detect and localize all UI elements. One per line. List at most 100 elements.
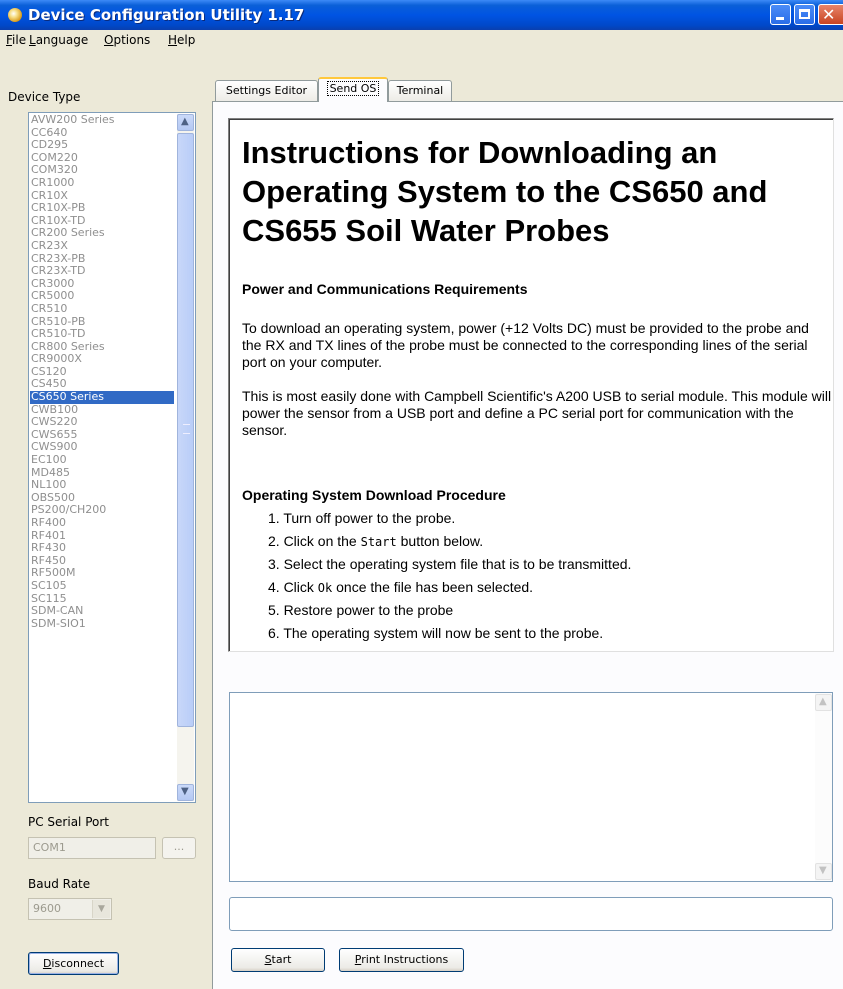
device-list-item[interactable]: RF430: [30, 542, 174, 555]
pc-serial-port-label: PC Serial Port: [28, 815, 109, 829]
device-list-item[interactable]: RF401: [30, 530, 174, 543]
device-list-item[interactable]: CR9000X: [30, 353, 174, 366]
tab-terminal-label: Terminal: [396, 84, 444, 97]
menu-file-label: ile: [12, 33, 27, 47]
print-instructions-button[interactable]: Print Instructions: [339, 948, 464, 972]
device-list-scrollbar[interactable]: ▲ ▼: [177, 114, 194, 801]
device-list-item[interactable]: CR10X-TD: [30, 215, 174, 228]
device-list-item[interactable]: SC115: [30, 593, 174, 606]
title-bar[interactable]: Device Configuration Utility 1.17 ✕: [0, 0, 843, 30]
step-4: 4. Click Ok once the file has been selec…: [268, 579, 533, 597]
device-list-item[interactable]: CR23X-PB: [30, 253, 174, 266]
output-log-scrollbar[interactable]: ▲ ▼: [815, 693, 832, 881]
device-list-item[interactable]: CR5000: [30, 290, 174, 303]
device-list-item[interactable]: PS200/CH200: [30, 504, 174, 517]
maximize-button[interactable]: [794, 4, 815, 25]
instructions-view[interactable]: Instructions for Downloading an Operatin…: [228, 118, 834, 652]
minimize-button[interactable]: [770, 4, 791, 25]
step-5: 5. Restore power to the probe: [268, 602, 454, 618]
device-list-item[interactable]: CR1000: [30, 177, 174, 190]
device-type-list[interactable]: AVW200 Series CC640 CD295 COM220 COM320 CR100…: [28, 112, 196, 803]
close-icon: ✕: [822, 5, 836, 24]
device-list-item[interactable]: SDM-SIO1: [30, 618, 174, 631]
device-list-item[interactable]: CR10X-PB: [30, 202, 174, 215]
device-list-item[interactable]: EC100: [30, 454, 174, 467]
device-list-item[interactable]: CR23X: [30, 240, 174, 253]
device-list-item[interactable]: NL100: [30, 479, 174, 492]
device-list-item[interactable]: AVW200 Series: [30, 114, 174, 127]
device-list-item[interactable]: CWS900: [30, 441, 174, 454]
maximize-icon: [799, 9, 810, 19]
log-scroll-down-button[interactable]: ▼: [815, 863, 832, 880]
step-2: 2. Click on the Start button below.: [268, 533, 483, 551]
device-list-item[interactable]: CWB100: [30, 404, 174, 417]
menu-options[interactable]: Options: [104, 33, 150, 47]
device-list-item[interactable]: CR800 Series: [30, 341, 174, 354]
menu-language[interactable]: Language: [29, 33, 88, 47]
device-list-item[interactable]: CS120: [30, 366, 174, 379]
device-list-item[interactable]: CWS220: [30, 416, 174, 429]
step-2-code: Start: [360, 535, 397, 549]
serial-port-input[interactable]: COM1: [28, 837, 156, 859]
menu-file[interactable]: File: [6, 33, 26, 47]
scroll-down-button[interactable]: ▼: [177, 784, 194, 801]
device-list-item[interactable]: RF400: [30, 517, 174, 530]
device-list-item[interactable]: CS450: [30, 378, 174, 391]
scroll-up-button[interactable]: ▲: [177, 114, 194, 131]
device-list-item[interactable]: CR510-PB: [30, 316, 174, 329]
menu-help[interactable]: Help: [168, 33, 195, 47]
device-list-item[interactable]: CS650 Series: [30, 391, 174, 404]
print-label: rint Instructions: [361, 953, 449, 966]
device-list-item[interactable]: CR510-TD: [30, 328, 174, 341]
device-list-item[interactable]: RF500M: [30, 567, 174, 580]
menu-options-label: ptions: [113, 33, 151, 47]
device-list-item[interactable]: CWS655: [30, 429, 174, 442]
start-label: tart: [271, 953, 292, 966]
device-list-item[interactable]: CR10X: [30, 190, 174, 203]
menu-language-key: L: [29, 33, 36, 47]
tab-terminal[interactable]: Terminal: [388, 80, 452, 102]
status-input[interactable]: [229, 897, 833, 931]
power-requirements-text: To download an operating system, power (…: [242, 320, 809, 370]
device-list-item[interactable]: COM320: [30, 164, 174, 177]
close-button[interactable]: ✕: [818, 4, 843, 25]
chevron-down-icon[interactable]: ▼: [92, 900, 110, 918]
log-scroll-up-button[interactable]: ▲: [815, 694, 832, 711]
device-list-item[interactable]: OBS500: [30, 492, 174, 505]
device-list-item[interactable]: MD485: [30, 467, 174, 480]
disconnect-button[interactable]: Disconnect: [28, 952, 119, 975]
device-list-item[interactable]: SC105: [30, 580, 174, 593]
download-procedure-heading: Operating System Download Procedure: [242, 487, 506, 503]
device-list-item[interactable]: SDM-CAN: [30, 605, 174, 618]
scroll-down-icon: ▼: [819, 865, 827, 876]
browse-port-button[interactable]: ...: [162, 837, 196, 859]
baud-rate-label: Baud Rate: [28, 877, 91, 891]
device-list-item[interactable]: CR200 Series: [30, 227, 174, 240]
device-list-item[interactable]: CR3000: [30, 278, 174, 291]
device-list-item[interactable]: CD295: [30, 139, 174, 152]
instructions-title: Instructions for Downloading an Operatin…: [242, 135, 768, 248]
start-button[interactable]: Start: [231, 948, 325, 972]
tab-settings-editor-label: Settings Editor: [225, 84, 308, 97]
step-1: 1. Turn off power to the probe.: [268, 510, 456, 526]
scroll-thumb[interactable]: [177, 133, 194, 727]
tab-send-os[interactable]: Send OS: [318, 77, 388, 102]
step-4-code: Ok: [317, 581, 333, 595]
device-type-label: Device Type: [8, 90, 81, 104]
device-list-item[interactable]: CR510: [30, 303, 174, 316]
output-log[interactable]: ▲ ▼: [229, 692, 833, 882]
start-key: S: [264, 953, 272, 966]
device-list-item[interactable]: CR23X-TD: [30, 265, 174, 278]
menu-language-label: anguage: [35, 33, 89, 47]
tab-settings-editor[interactable]: Settings Editor: [215, 80, 318, 102]
device-list-item[interactable]: RF450: [30, 555, 174, 568]
device-list-item[interactable]: CC640: [30, 127, 174, 140]
tab-send-os-label: Send OS: [326, 81, 380, 96]
a200-module-text: This is most easily done with Campbell S…: [242, 388, 832, 438]
menu-help-key: H: [168, 33, 178, 47]
step-3: 3. Select the operating system file that…: [268, 556, 632, 572]
baud-rate-select[interactable]: 9600 ▼: [28, 898, 112, 920]
device-items: AVW200 Series CC640 CD295 COM220 COM320 CR100…: [30, 114, 174, 630]
disconnect-label: isconnect: [51, 957, 105, 970]
device-list-item[interactable]: COM220: [30, 152, 174, 165]
